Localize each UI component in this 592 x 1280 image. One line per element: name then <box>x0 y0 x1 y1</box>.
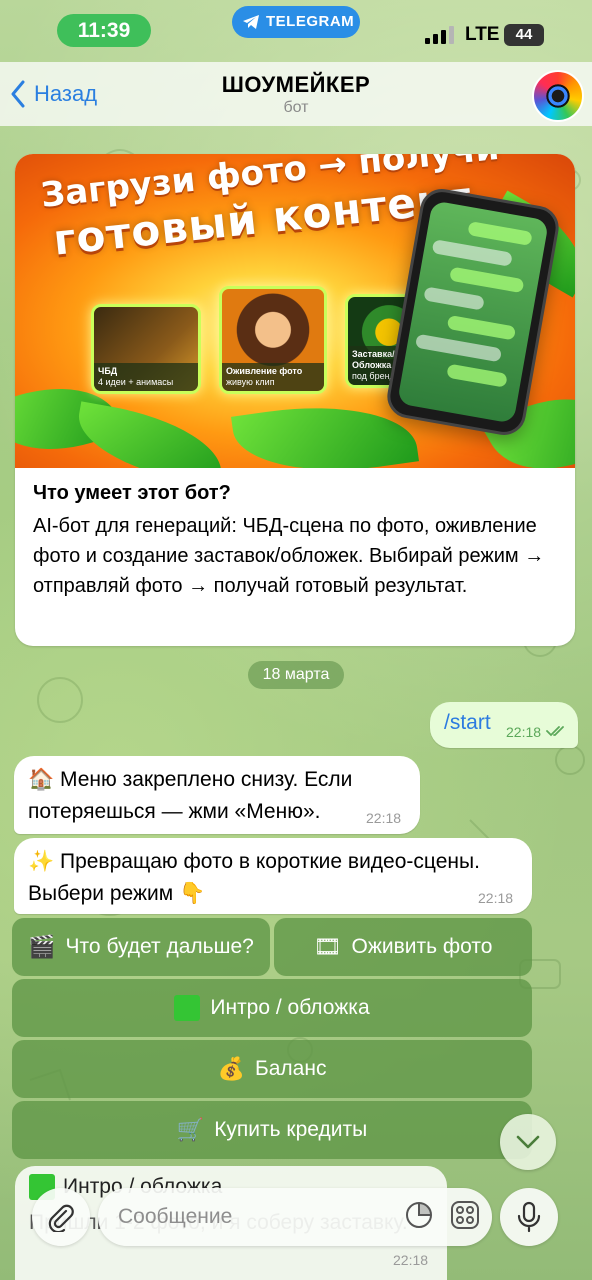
banner-card-2-title: Оживление фото <box>226 366 303 376</box>
outgoing-message-time: 22:18 <box>506 724 542 740</box>
voice-message-button[interactable] <box>500 1188 558 1246</box>
outgoing-message[interactable]: /start 22:18 <box>430 702 578 748</box>
bot-avatar[interactable] <box>532 70 584 122</box>
what-next-button[interactable]: 🎬 Что будет дальше? <box>12 918 270 976</box>
incoming-message-text: 🏠 Меню закреплено снизу. Если потеряешьс… <box>28 768 353 823</box>
clapperboard-icon: 🎬 <box>28 934 56 959</box>
intro-cover-button[interactable]: Интро / обложка <box>12 979 532 1037</box>
incoming-message-text: ✨ Превращаю фото в короткие видео-сцены.… <box>28 850 480 905</box>
sticker-icon[interactable] <box>404 1200 434 1230</box>
date-divider: 18 марта <box>248 661 344 689</box>
signal-icon <box>425 26 454 44</box>
network-type: LTE <box>465 24 500 45</box>
telegram-badge[interactable]: TELEGRAM <box>232 6 360 38</box>
banner-card-2: Оживление фото живую клип <box>219 286 327 394</box>
telegram-plane-icon <box>243 15 259 29</box>
message-composer <box>0 1180 592 1280</box>
banner-card-1-title: ЧБД <box>98 366 118 376</box>
incoming-message[interactable]: ✨ Превращаю фото в короткие видео-сцены.… <box>14 838 532 914</box>
incoming-message-time: 22:18 <box>478 890 514 906</box>
animate-photo-label: Оживить фото <box>351 935 493 958</box>
status-bar: 11:39 TELEGRAM LTE 44 <box>0 0 592 62</box>
banner-card-2-subtitle: живую клип <box>226 377 275 387</box>
banner-card-3-subtitle: под бренд <box>352 371 395 381</box>
banner-card-1: ЧБД 4 идеи + анимасы <box>91 304 201 394</box>
what-next-label: Что будет дальше? <box>65 935 254 958</box>
chat-header: Назад ШОУМЕЙКЕР бот <box>0 62 592 126</box>
outgoing-message-text[interactable]: /start <box>444 711 491 735</box>
banner-card-1-subtitle: 4 идеи + анимасы <box>98 377 174 387</box>
balance-label: Баланс <box>254 1057 327 1080</box>
paperclip-icon <box>48 1204 74 1232</box>
intro-banner-image: Загрузи фото → получи готовый контент ЧБ… <box>15 154 575 468</box>
intro-cover-label: Интро / обложка <box>210 996 370 1019</box>
buy-credits-label: Купить кредиты <box>214 1118 368 1141</box>
film-frames-icon: 🎞 <box>313 934 342 959</box>
telegram-badge-label: TELEGRAM <box>266 13 355 30</box>
bot-commands-icon[interactable] <box>450 1200 480 1230</box>
bot-intro-card: Загрузи фото → получи готовый контент ЧБ… <box>15 154 575 646</box>
incoming-message-time: 22:18 <box>366 810 402 826</box>
animate-photo-button[interactable]: 🎞 Оживить фото <box>274 918 532 976</box>
scroll-to-bottom-button[interactable] <box>500 1114 556 1170</box>
status-time: 11:39 <box>57 14 151 47</box>
balance-button[interactable]: 💰 Баланс <box>12 1040 532 1098</box>
battery-indicator: 44 <box>504 24 544 46</box>
intro-title: Что умеет этот бот? <box>33 482 231 504</box>
attach-button[interactable] <box>32 1188 90 1246</box>
check-double-icon <box>546 726 564 737</box>
green-square-icon <box>174 995 201 1021</box>
banner-card-3-title: Заставка/Обложка <box>352 349 395 370</box>
buy-credits-button[interactable]: 🛒 Купить кредиты <box>12 1101 532 1159</box>
chevron-down-icon <box>516 1135 540 1149</box>
incoming-message[interactable]: 🏠 Меню закреплено снизу. Если потеряешьс… <box>14 756 420 834</box>
chat-subtitle: бот <box>283 99 309 116</box>
intro-description: AI-бот для генераций: ЧБД-сцена по фото,… <box>33 515 545 597</box>
money-bag-icon: 💰 <box>217 1056 245 1081</box>
shopping-cart-icon: 🛒 <box>176 1117 205 1142</box>
microphone-icon <box>517 1201 541 1233</box>
chat-title[interactable]: ШОУМЕЙКЕР <box>0 72 592 98</box>
